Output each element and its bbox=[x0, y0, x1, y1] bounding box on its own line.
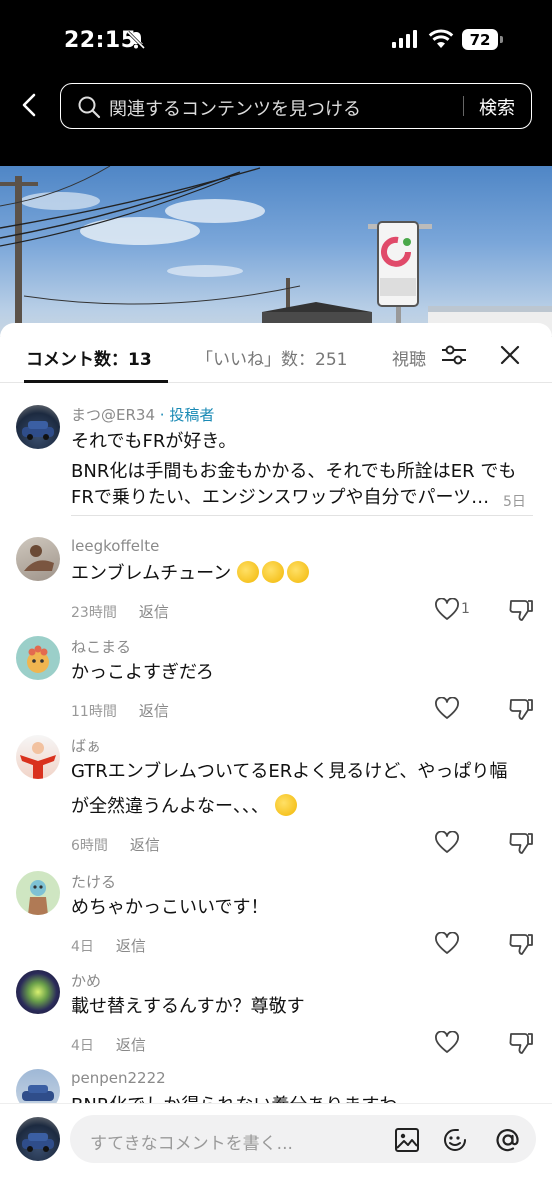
comment-body: が全然違うんよなー、、、 bbox=[71, 796, 269, 817]
comment-input[interactable]: すてきなコメントを書く... bbox=[70, 1115, 536, 1163]
dislike-icon[interactable] bbox=[508, 830, 534, 856]
reply-button[interactable]: 返信 bbox=[116, 1036, 146, 1054]
crying-emoji bbox=[274, 794, 297, 816]
battery-indicator: 72 bbox=[462, 29, 503, 50]
reply-button[interactable]: 返信 bbox=[130, 836, 160, 854]
signal-icon bbox=[392, 30, 417, 48]
emoji-icon[interactable] bbox=[442, 1127, 468, 1153]
tab-likes[interactable]: 「いいね」数：251 bbox=[196, 345, 347, 370]
heart-icon[interactable] bbox=[434, 932, 460, 956]
bell-off-icon bbox=[126, 30, 146, 50]
heart-icon[interactable] bbox=[434, 598, 460, 622]
comment-text: BNR化でしか得られない養分ありますわ bbox=[71, 1088, 533, 1103]
search-bar[interactable]: 関連するコンテンツを見つける 検索 bbox=[60, 83, 532, 129]
battery-level: 72 bbox=[469, 30, 491, 49]
author-badge: · 投稿者 bbox=[159, 406, 215, 424]
heart-icon[interactable] bbox=[434, 697, 460, 721]
video-frame[interactable] bbox=[0, 166, 552, 336]
comment-composer: すてきなコメントを書く... bbox=[0, 1103, 552, 1200]
avatar[interactable] bbox=[16, 1069, 60, 1103]
search-button[interactable]: 検索 bbox=[479, 94, 515, 120]
avatar[interactable] bbox=[16, 871, 60, 915]
comment-time: 11時間 bbox=[71, 704, 117, 720]
comment-text: めちゃかっこいいです！ bbox=[71, 897, 269, 918]
comment-item: penpen2222 BNR化でしか得られない養分ありますわ bbox=[0, 1067, 552, 1103]
like-count: 1 bbox=[461, 601, 470, 617]
divider bbox=[71, 515, 533, 516]
reply-button[interactable]: 返信 bbox=[139, 603, 169, 621]
username-text[interactable]: まつ@ER34 bbox=[71, 406, 155, 424]
dislike-icon[interactable] bbox=[508, 931, 534, 957]
comment-meta: 4日 返信 bbox=[71, 935, 146, 956]
comment-username[interactable]: まつ@ER34 · 投稿者 bbox=[71, 404, 214, 425]
search-divider bbox=[463, 96, 464, 116]
search-input[interactable]: 関連するコンテンツを見つける bbox=[109, 95, 361, 121]
comment-text: FRで乗りたい、エンジンスワップや自分でパーツ… bbox=[71, 487, 490, 508]
comment-text: が全然違うんよなー、、、 bbox=[71, 789, 533, 824]
status-bar: 22:15 72 bbox=[0, 0, 552, 80]
comment-username[interactable]: ねこまる bbox=[71, 636, 131, 657]
street-scene-image bbox=[0, 166, 552, 336]
active-tab-indicator bbox=[24, 380, 168, 383]
comment-text: かっこよすぎだろ bbox=[71, 662, 214, 683]
comment-username[interactable]: かめ bbox=[71, 970, 101, 991]
avatar[interactable] bbox=[16, 735, 60, 779]
rofl-emoji bbox=[236, 561, 259, 583]
avatar[interactable] bbox=[16, 1117, 60, 1161]
avatar[interactable] bbox=[16, 537, 60, 581]
dislike-icon[interactable] bbox=[508, 696, 534, 722]
search-header: 関連するコンテンツを見つける 検索 bbox=[0, 80, 552, 166]
heart-icon[interactable] bbox=[434, 1031, 460, 1055]
comment-username[interactable]: leegkoffelte bbox=[71, 537, 159, 555]
comment-time: 4日 bbox=[71, 1038, 94, 1054]
rofl-emoji bbox=[286, 561, 309, 583]
filter-icon[interactable] bbox=[440, 343, 468, 367]
comment-meta: 23時間 返信 bbox=[71, 601, 169, 622]
comments-tab-bar: コメント数：13 「いいね」数：251 視聴 bbox=[0, 323, 552, 383]
comment-meta: 4日 返信 bbox=[71, 1034, 146, 1055]
comment-username[interactable]: たける bbox=[71, 871, 116, 892]
comment-text: 載せ替えするんすか？尊敬す bbox=[71, 996, 305, 1017]
avatar[interactable] bbox=[16, 405, 60, 449]
wifi-icon bbox=[428, 29, 454, 48]
comment-username[interactable]: penpen2222 bbox=[71, 1069, 166, 1087]
comment-text: GTRエンブレムついてるERよく見るけど、やっぱり幅 bbox=[71, 761, 508, 782]
heart-icon[interactable] bbox=[434, 831, 460, 855]
comment-time: 23時間 bbox=[71, 605, 117, 621]
at-icon[interactable] bbox=[494, 1126, 522, 1154]
reply-button[interactable]: 返信 bbox=[116, 937, 146, 955]
back-arrow-icon[interactable] bbox=[18, 93, 42, 117]
close-icon[interactable] bbox=[499, 344, 521, 366]
dislike-icon[interactable] bbox=[508, 597, 534, 623]
comments-sheet: コメント数：13 「いいね」数：251 視聴 まつ@ER34 · 投稿者 それで… bbox=[0, 323, 552, 1200]
comment-date: 5日 bbox=[503, 494, 526, 510]
avatar[interactable] bbox=[16, 636, 60, 680]
comment-text: エンブレムチューン bbox=[71, 556, 533, 591]
comment-meta: 6時間 返信 bbox=[71, 834, 160, 855]
dislike-icon[interactable] bbox=[508, 1030, 534, 1056]
comment-meta: 11時間 返信 bbox=[71, 700, 169, 721]
image-icon[interactable] bbox=[394, 1127, 420, 1153]
tab-views[interactable]: 視聴 bbox=[392, 345, 426, 370]
comment-username[interactable]: ばぁ bbox=[71, 735, 101, 756]
comment-time: 4日 bbox=[71, 939, 94, 955]
tab-comments[interactable]: コメント数：13 bbox=[26, 345, 152, 370]
comment-body: エンブレムチューン bbox=[71, 563, 232, 584]
reply-button[interactable]: 返信 bbox=[139, 702, 169, 720]
avatar[interactable] bbox=[16, 970, 60, 1014]
comment-placeholder[interactable]: すてきなコメントを書く... bbox=[90, 1129, 293, 1154]
comment-time: 6時間 bbox=[71, 838, 108, 854]
search-icon bbox=[78, 96, 101, 119]
rofl-emoji bbox=[261, 561, 284, 583]
